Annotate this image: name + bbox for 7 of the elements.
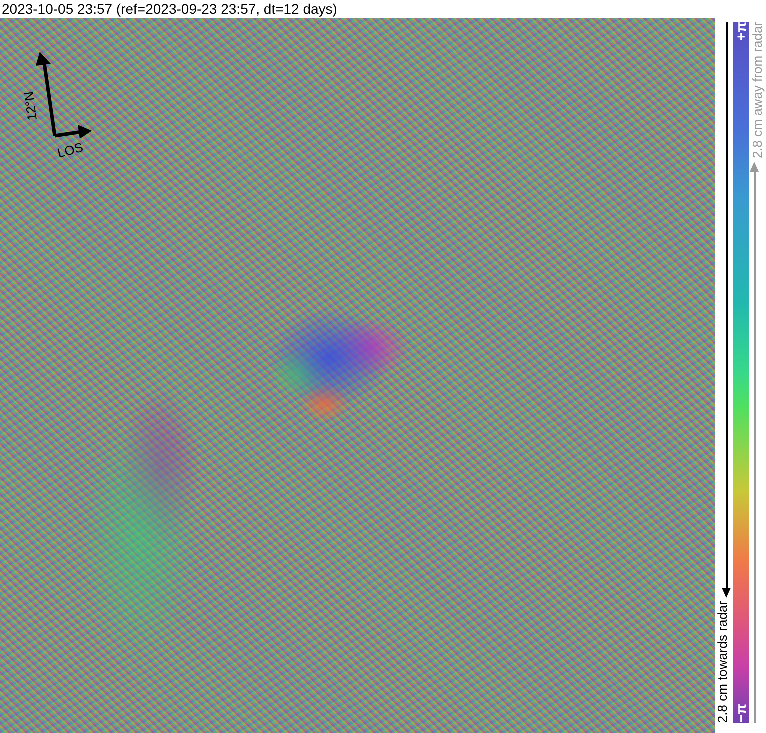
max-label: +π — [732, 22, 750, 41]
north-label: 12°N — [21, 90, 40, 122]
upper-caption: 2.8 cm away from radar — [751, 22, 764, 159]
min-label: −π — [732, 704, 750, 723]
lower-caption: 2.8 cm towards radar — [716, 600, 729, 723]
plot-title: 2023-10-05 23:57 (ref=2023-09-23 23:57, dt=12 days) — [1, 0, 338, 18]
los-label: LOS — [56, 140, 85, 161]
